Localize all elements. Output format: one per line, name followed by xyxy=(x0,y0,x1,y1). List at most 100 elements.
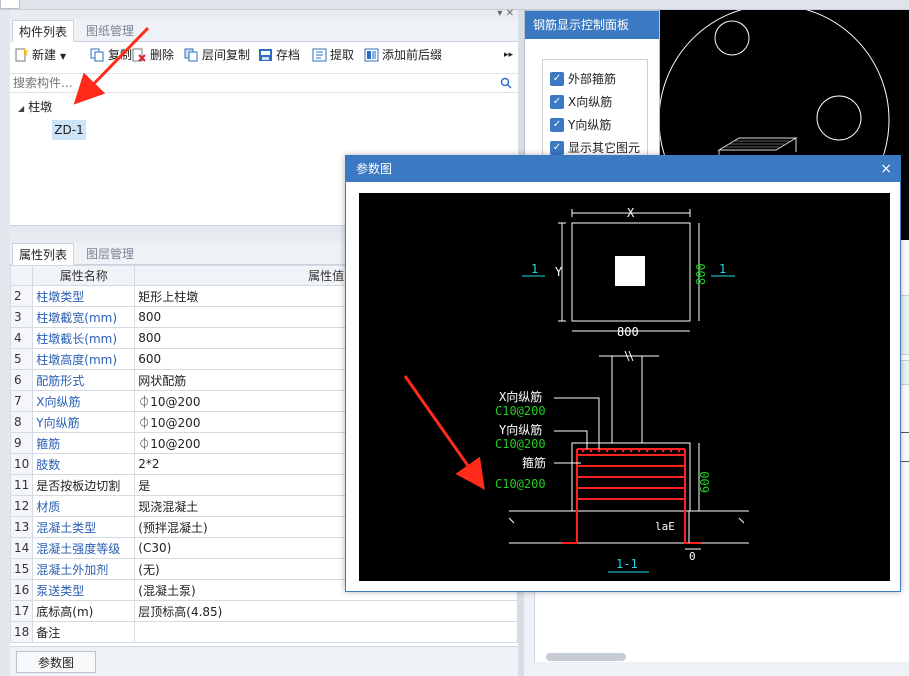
tab-component-list[interactable]: 构件列表 xyxy=(12,20,75,42)
plan-length: 800 xyxy=(694,263,708,285)
archive-button[interactable]: 存档 xyxy=(258,46,300,64)
tree-node-zd1[interactable]: ZD-1 xyxy=(52,120,86,140)
stirrup-lines xyxy=(561,448,701,544)
property-name: X向纵筋 xyxy=(32,390,136,412)
component-panel-bar: ▾ ✕ xyxy=(10,8,518,20)
delete-icon xyxy=(132,48,146,62)
close-icon[interactable]: × xyxy=(880,156,892,182)
longitudinal-bar-dots xyxy=(581,449,681,453)
floor-copy-button[interactable]: 层间复制 xyxy=(184,46,250,64)
section-mark-right: 1 xyxy=(719,262,726,276)
param-diagram-dialog: 参数图 × X Y 1 1 800 800 X向纵筋 C10@200 Y向纵筋 … xyxy=(345,155,901,592)
checkbox-checked-icon[interactable]: ✓ xyxy=(550,141,564,155)
chevron-down-icon[interactable]: ▼ xyxy=(60,52,66,61)
row-number: 3 xyxy=(9,306,34,328)
zero-label: 0 xyxy=(689,550,696,563)
horizontal-scrollbar[interactable] xyxy=(546,653,626,661)
property-name: 混凝土外加剂 xyxy=(32,558,136,580)
y-bar-label: Y向纵筋 xyxy=(499,422,542,437)
tree-node-pier[interactable]: ◢ 柱墩 xyxy=(18,98,52,115)
top-strip xyxy=(0,0,909,10)
table-row[interactable]: 18 备注 xyxy=(9,621,518,643)
viewport-circle-right xyxy=(816,95,862,141)
floor-copy-icon xyxy=(184,48,198,62)
param-diagram-drawing: X Y 1 1 800 800 X向纵筋 C10@200 Y向纵筋 C10@20… xyxy=(495,206,749,573)
tab-property-list[interactable]: 属性列表 xyxy=(12,243,75,265)
control-panel-title: 钢筋显示控制面板 xyxy=(525,11,659,39)
property-name: 材质 xyxy=(32,495,136,517)
y-bar-spec: C10@200 xyxy=(495,437,546,451)
check-outer-stirrup[interactable]: ✓ 外部箍筋 xyxy=(550,70,616,88)
property-name: 肢数 xyxy=(32,453,136,475)
lae-label: laE xyxy=(655,520,675,533)
row-number: 14 xyxy=(9,537,34,559)
top-tab-stub[interactable] xyxy=(0,0,20,9)
property-name: 箍筋 xyxy=(32,432,136,454)
check-label: Y向纵筋 xyxy=(568,118,612,132)
copy-button[interactable]: 复制 xyxy=(90,46,132,64)
property-name: 混凝土类型 xyxy=(32,516,136,538)
search-input[interactable] xyxy=(10,74,490,92)
tab-drawing-manage[interactable]: 图纸管理 xyxy=(80,20,140,42)
plan-column xyxy=(615,256,645,286)
archive-label: 存档 xyxy=(276,48,301,62)
component-tabs: 构件列表 图纸管理 xyxy=(10,20,518,42)
row-number: 16 xyxy=(9,579,34,601)
delete-button[interactable]: 删除 xyxy=(132,46,174,64)
tab-layer-manage[interactable]: 图层管理 xyxy=(80,243,140,265)
property-value[interactable]: 层顶标高(4.85) xyxy=(134,600,518,622)
stirrup-spec: C10@200 xyxy=(495,477,546,491)
control-panel-checks: ✓ 外部箍筋 ✓ X向纵筋 ✓ Y向纵筋 ✓ 显示其它图元 xyxy=(542,59,648,159)
component-toolbar: 新建 ▼ 复制 删除 层间复制 存档 提取 添加前后缀 ▸▸ xyxy=(10,42,518,66)
check-y-bar[interactable]: ✓ Y向纵筋 xyxy=(550,116,611,134)
param-diagram-button[interactable]: 参数图 xyxy=(16,651,96,673)
new-label: 新建 xyxy=(32,48,57,62)
table-row[interactable]: 17 底标高(m) 层顶标高(4.85) xyxy=(9,600,518,622)
search-icon[interactable] xyxy=(500,77,512,89)
viewport-circle-top xyxy=(714,20,750,56)
property-name: 柱墩截宽(mm) xyxy=(32,306,136,328)
x-bar-spec: C10@200 xyxy=(495,404,546,418)
extract-button[interactable]: 提取 xyxy=(312,46,354,64)
row-number: 4 xyxy=(9,327,34,349)
check-label: X向纵筋 xyxy=(568,95,613,109)
row-number: 8 xyxy=(9,411,34,433)
property-name: 柱墩高度(mm) xyxy=(32,348,136,370)
rebar-control-panel: 钢筋显示控制面板 ✓ 外部箍筋 ✓ X向纵筋 ✓ Y向纵筋 ✓ 显示其它图元 xyxy=(524,10,660,159)
property-value[interactable] xyxy=(134,621,518,643)
pin-icon[interactable]: ▾ ✕ xyxy=(497,8,514,19)
new-button[interactable]: 新建 ▼ xyxy=(14,46,66,64)
row-number: 18 xyxy=(9,621,34,643)
stirrup-label: 箍筋 xyxy=(522,455,546,470)
row-number: 12 xyxy=(9,495,34,517)
row-number: 6 xyxy=(9,369,34,391)
x-bar-leader xyxy=(554,397,600,449)
checkbox-checked-icon[interactable]: ✓ xyxy=(550,118,564,132)
row-number: 15 xyxy=(9,558,34,580)
row-number: 11 xyxy=(9,474,34,496)
add-prefix-suffix-button[interactable]: 添加前后缀 xyxy=(364,46,442,64)
check-label: 显示其它图元 xyxy=(568,141,641,155)
check-x-bar[interactable]: ✓ X向纵筋 xyxy=(550,93,612,111)
property-bottom-bar: 参数图 xyxy=(10,646,518,676)
row-number: 9 xyxy=(9,432,34,454)
header-name: 属性名称 xyxy=(32,265,136,286)
check-label: 外部箍筋 xyxy=(568,72,617,86)
section-view: X向纵筋 C10@200 Y向纵筋 C10@200 箍筋 C10@200 600… xyxy=(495,350,749,573)
tree-collapse-icon[interactable]: ◢ xyxy=(18,104,24,113)
row-number: 10 xyxy=(9,453,34,475)
checkbox-checked-icon[interactable]: ✓ xyxy=(550,72,564,86)
row-number: 7 xyxy=(9,390,34,412)
property-name: Y向纵筋 xyxy=(32,411,136,433)
row-number: 13 xyxy=(9,516,34,538)
copy-icon xyxy=(90,48,104,62)
property-name: 备注 xyxy=(32,621,136,643)
checkbox-checked-icon[interactable]: ✓ xyxy=(550,95,564,109)
section-mark-left: 1 xyxy=(531,262,538,276)
component-search xyxy=(10,73,518,93)
toolbar-more-button[interactable]: ▸▸ xyxy=(504,46,513,64)
extract-label: 提取 xyxy=(330,48,355,62)
new-icon xyxy=(15,48,29,62)
archive-icon xyxy=(259,49,272,61)
plan-y-label: Y xyxy=(555,265,563,279)
